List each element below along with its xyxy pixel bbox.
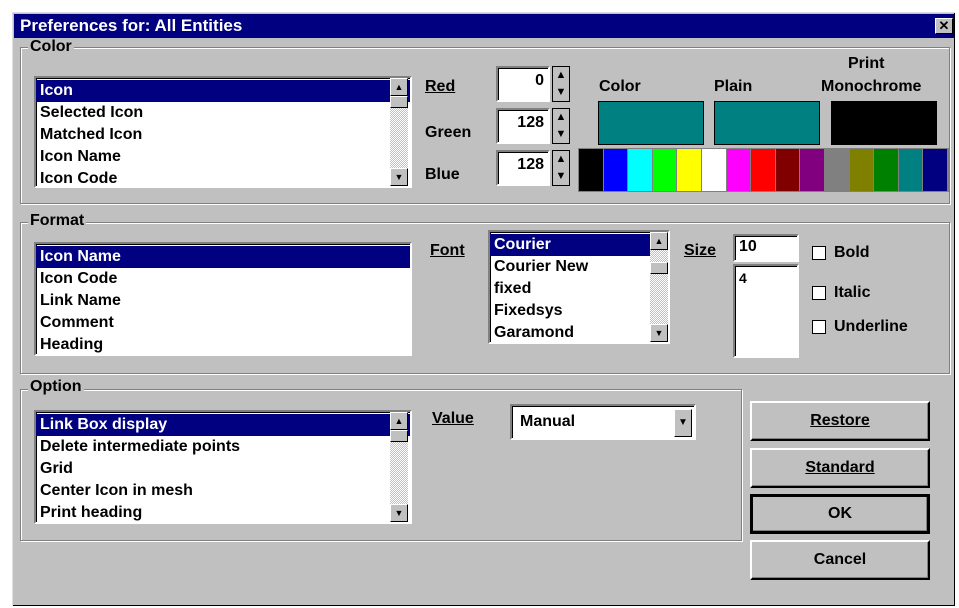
underline-checkbox[interactable] bbox=[812, 320, 826, 334]
monochrome-header: Monochrome bbox=[821, 78, 922, 95]
green-spinner[interactable]: ▲ ▼ bbox=[552, 108, 570, 144]
color-list-item[interactable]: Icon Code bbox=[36, 168, 410, 190]
font-list-item[interactable]: fixed bbox=[490, 278, 668, 300]
palette-color[interactable] bbox=[849, 149, 875, 191]
color-header: Color bbox=[599, 78, 641, 95]
scroll-thumb[interactable] bbox=[390, 96, 408, 108]
bold-label: Bold bbox=[834, 244, 870, 261]
red-spinner[interactable]: ▲ ▼ bbox=[552, 66, 570, 102]
plain-swatch[interactable] bbox=[714, 101, 820, 145]
option-list-item[interactable]: Print heading bbox=[36, 502, 410, 524]
blue-spinner[interactable]: ▲ ▼ bbox=[552, 150, 570, 186]
scroll-up-icon[interactable]: ▲ bbox=[650, 232, 668, 250]
palette-color[interactable] bbox=[751, 149, 776, 191]
palette-color[interactable] bbox=[923, 149, 948, 191]
print-header: Print bbox=[848, 55, 885, 72]
blue-input[interactable]: 128 bbox=[496, 150, 550, 186]
scroll-down-icon[interactable]: ▼ bbox=[390, 504, 408, 522]
red-label: Red bbox=[425, 78, 456, 95]
value-label: Value bbox=[432, 410, 474, 427]
scroll-thumb[interactable] bbox=[650, 262, 668, 274]
scroll-up-icon[interactable]: ▲ bbox=[390, 78, 408, 96]
option-list-item[interactable]: Grid bbox=[36, 458, 410, 480]
color-list-item[interactable]: Selected Icon bbox=[36, 102, 410, 124]
palette-color[interactable] bbox=[579, 149, 604, 191]
option-list-scrollbar[interactable]: ▲ ▼ bbox=[390, 412, 408, 522]
value-selected: Manual bbox=[520, 413, 576, 430]
size-label: Size bbox=[684, 242, 717, 259]
format-list-item[interactable]: Comment bbox=[36, 312, 410, 334]
ok-button[interactable]: OK bbox=[750, 494, 930, 534]
palette-color[interactable] bbox=[898, 149, 924, 191]
palette-color[interactable] bbox=[775, 149, 801, 191]
green-label: Green bbox=[425, 124, 472, 141]
palette-color[interactable] bbox=[603, 149, 629, 191]
size-input[interactable]: 10 bbox=[733, 234, 799, 262]
palette-color[interactable] bbox=[702, 149, 727, 191]
option-list-item[interactable]: Center Icon in mesh bbox=[36, 480, 410, 502]
palette-color[interactable] bbox=[677, 149, 702, 191]
color-palette bbox=[578, 148, 949, 192]
font-label: Font bbox=[430, 242, 465, 259]
underline-label: Underline bbox=[834, 318, 908, 335]
monochrome-swatch[interactable] bbox=[831, 101, 937, 145]
format-list-item[interactable]: Heading bbox=[36, 334, 410, 356]
scroll-up-icon[interactable]: ▲ bbox=[390, 412, 408, 430]
color-list-item[interactable]: Icon bbox=[36, 80, 410, 102]
italic-checkbox[interactable] bbox=[812, 286, 826, 300]
format-item-list[interactable]: Icon Name Icon Code Link Name Comment He… bbox=[34, 242, 412, 356]
italic-label: Italic bbox=[834, 284, 871, 301]
plain-header: Plain bbox=[714, 78, 753, 95]
font-list-item[interactable]: Fixedsys bbox=[490, 300, 668, 322]
window-title: Preferences for: All Entities bbox=[20, 16, 243, 35]
palette-color[interactable] bbox=[726, 149, 752, 191]
palette-color[interactable] bbox=[825, 149, 850, 191]
palette-color[interactable] bbox=[652, 149, 678, 191]
format-list-item[interactable]: Icon Name bbox=[36, 246, 410, 268]
option-group-label: Option bbox=[28, 378, 84, 396]
green-input[interactable]: 128 bbox=[496, 108, 550, 144]
format-list-item[interactable]: Link Name bbox=[36, 290, 410, 312]
palette-color[interactable] bbox=[628, 149, 653, 191]
palette-color[interactable] bbox=[800, 149, 825, 191]
format-group-label: Format bbox=[28, 212, 87, 230]
palette-color[interactable] bbox=[874, 149, 899, 191]
color-swatch[interactable] bbox=[598, 101, 704, 145]
color-item-list[interactable]: Icon Selected Icon Matched Icon Icon Nam… bbox=[34, 76, 412, 188]
font-list-item[interactable]: Courier bbox=[490, 234, 668, 256]
font-list[interactable]: Courier Courier New fixed Fixedsys Garam… bbox=[488, 230, 670, 344]
font-list-scrollbar[interactable]: ▲ ▼ bbox=[650, 232, 668, 342]
blue-label: Blue bbox=[425, 166, 460, 183]
option-list-item[interactable]: Link Box display bbox=[36, 414, 410, 436]
scroll-down-icon[interactable]: ▼ bbox=[390, 168, 408, 186]
color-list-scrollbar[interactable]: ▲ ▼ bbox=[390, 78, 408, 186]
option-item-list[interactable]: Link Box display Delete intermediate poi… bbox=[34, 410, 412, 524]
font-list-item[interactable]: Garamond bbox=[490, 322, 668, 344]
scroll-thumb[interactable] bbox=[390, 430, 408, 442]
chevron-down-icon[interactable]: ▼ bbox=[674, 409, 692, 437]
cancel-button[interactable]: Cancel bbox=[750, 540, 930, 580]
format-list-item[interactable]: Icon Code bbox=[36, 268, 410, 290]
bold-checkbox[interactable] bbox=[812, 246, 826, 260]
red-input[interactable]: 0 bbox=[496, 66, 550, 102]
restore-button[interactable]: Restore bbox=[750, 401, 930, 441]
color-list-item[interactable]: Icon Name bbox=[36, 146, 410, 168]
option-list-item[interactable]: Delete intermediate points bbox=[36, 436, 410, 458]
standard-button[interactable]: Standard bbox=[750, 448, 930, 488]
value-dropdown[interactable]: Manual ▼ bbox=[510, 404, 696, 440]
scroll-down-icon[interactable]: ▼ bbox=[650, 324, 668, 342]
font-list-item[interactable]: Courier New bbox=[490, 256, 668, 278]
size-list[interactable]: 4 bbox=[733, 264, 799, 358]
color-list-item[interactable]: Matched Icon bbox=[36, 124, 410, 146]
close-button[interactable]: ✕ bbox=[935, 18, 953, 34]
color-group-label: Color bbox=[28, 38, 74, 56]
